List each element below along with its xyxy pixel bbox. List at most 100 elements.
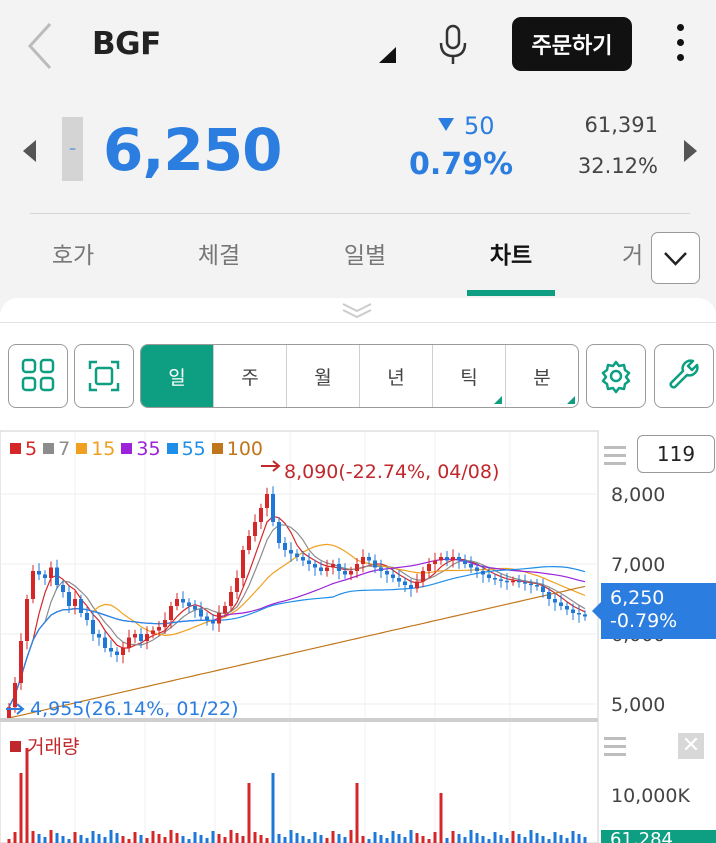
gear-icon <box>601 360 631 394</box>
candle-body <box>19 641 23 683</box>
moving-average-lines <box>8 515 586 719</box>
menu-lines-icon[interactable] <box>604 737 626 757</box>
candle-body <box>205 616 209 620</box>
volume-bar <box>571 831 575 843</box>
trading-volume: 61,391 <box>584 113 658 137</box>
volume-bar <box>547 839 551 843</box>
volume-bar <box>187 839 191 843</box>
volume-bar <box>439 793 443 843</box>
stock-name[interactable]: BGF <box>92 26 161 62</box>
volume-bar <box>445 838 449 843</box>
candle-body <box>31 571 35 599</box>
volume-bar <box>511 831 515 843</box>
fullscreen-button[interactable] <box>74 344 134 408</box>
candle-body <box>349 571 353 575</box>
more-vertical-icon[interactable] <box>666 24 694 68</box>
candle-body <box>307 560 311 564</box>
volume-bar <box>505 838 509 843</box>
next-stock-arrow-icon[interactable] <box>684 140 697 162</box>
volume-bar <box>121 836 125 843</box>
candle-body <box>121 648 125 655</box>
period-tick[interactable]: 틱 <box>432 345 505 407</box>
volume-bar <box>169 830 173 843</box>
back-chevron-icon[interactable] <box>22 20 62 72</box>
period-day[interactable]: 일 <box>141 345 213 407</box>
volume-bar <box>217 834 221 843</box>
period-week[interactable]: 주 <box>213 345 286 407</box>
period-selector: 일 주 월 년 틱 분 <box>140 344 579 408</box>
divider <box>0 322 716 323</box>
volume-bar <box>13 832 17 843</box>
period-month[interactable]: 월 <box>286 345 359 407</box>
candle-body <box>367 557 371 561</box>
volume-bar <box>241 836 245 843</box>
candle-body <box>235 578 239 592</box>
microphone-icon[interactable] <box>436 24 470 66</box>
tab-chart[interactable]: 차트 <box>467 236 555 270</box>
candle-body <box>523 582 527 584</box>
volume-bar <box>61 836 65 843</box>
volume-bar <box>289 830 293 843</box>
volume-bar <box>295 833 299 843</box>
chart-grid <box>0 432 598 842</box>
volume-bar <box>469 830 473 843</box>
volume-bar <box>145 838 149 843</box>
expand-tabs-button[interactable] <box>651 232 700 284</box>
candle-body <box>241 550 245 578</box>
ma-color-swatch <box>10 443 21 454</box>
menu-lines-icon[interactable] <box>604 446 626 466</box>
volume-bar <box>325 838 329 843</box>
volume-bar <box>73 832 77 843</box>
volume-bar <box>229 830 233 843</box>
order-button[interactable]: 주문하기 <box>512 17 632 71</box>
candle-body <box>463 560 467 564</box>
candle-body <box>37 571 41 575</box>
candle-body <box>13 683 17 708</box>
y-tick-label: 5,000 <box>611 694 666 716</box>
close-pane-icon[interactable]: ✕ <box>678 733 704 759</box>
candle-body <box>223 606 227 613</box>
volume-bar <box>403 837 407 843</box>
candle-count-input[interactable]: 119 <box>637 435 715 473</box>
candle-body <box>175 599 179 606</box>
volume-bar <box>55 833 59 843</box>
ma-legend-item: 55 <box>165 438 206 460</box>
previous-stock-arrow-icon[interactable] <box>23 140 36 162</box>
stock-select-caret-icon[interactable] <box>379 47 396 63</box>
candle-body <box>373 560 377 568</box>
volume-bar <box>109 830 113 843</box>
candle-body <box>61 585 65 592</box>
period-minute[interactable]: 분 <box>505 345 578 407</box>
tab-orderbook[interactable]: 호가 <box>29 236 117 270</box>
volume-bar <box>91 831 95 843</box>
tab-daily[interactable]: 일별 <box>321 236 409 270</box>
candle-body <box>259 508 263 522</box>
candle-body <box>385 571 389 575</box>
volume-bar <box>397 834 401 843</box>
volume-bar <box>85 838 89 843</box>
ma-color-swatch <box>166 443 178 454</box>
chart-tools-button[interactable] <box>654 344 714 408</box>
candle-body <box>547 592 551 599</box>
volume-bar <box>31 831 35 843</box>
chart-settings-button[interactable] <box>586 344 646 408</box>
candle-body <box>193 606 197 610</box>
candle-body <box>271 494 275 522</box>
volume-bar <box>409 830 413 843</box>
candle-body <box>85 613 89 620</box>
candle-body <box>403 581 407 585</box>
layout-grid-button[interactable] <box>8 344 68 408</box>
candle-body <box>361 557 365 564</box>
tab-more-partial[interactable]: 거 <box>596 236 656 270</box>
candle-body <box>139 634 143 641</box>
tab-trades[interactable]: 체결 <box>175 236 263 270</box>
chart-frame <box>0 430 599 843</box>
period-year[interactable]: 년 <box>359 345 432 407</box>
candle-body <box>313 564 317 568</box>
collapse-handle-icon[interactable] <box>339 300 375 320</box>
volume-bar <box>265 838 269 843</box>
volume-bar <box>499 835 503 843</box>
volume-bar <box>529 830 533 843</box>
fullscreen-icon <box>88 360 120 392</box>
candle-body <box>433 560 437 564</box>
